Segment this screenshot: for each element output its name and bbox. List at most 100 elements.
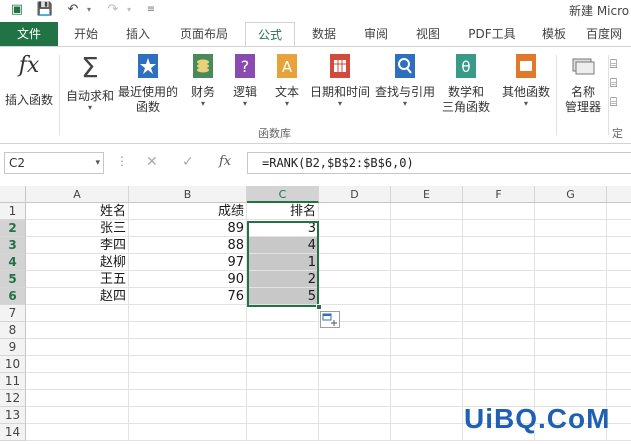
- cell-d4[interactable]: [319, 254, 391, 271]
- tab-pdf-tools[interactable]: PDF工具: [460, 22, 524, 46]
- text-button[interactable]: A 文本 ▾: [270, 53, 304, 109]
- cell-e7[interactable]: [391, 305, 463, 322]
- row-header-13[interactable]: 13: [0, 407, 26, 424]
- cell-d2[interactable]: [319, 220, 391, 237]
- cell-c2[interactable]: 3: [247, 220, 319, 237]
- cell-d9[interactable]: [319, 339, 391, 356]
- cell-h12[interactable]: [607, 390, 631, 407]
- cell-h2[interactable]: [607, 220, 631, 237]
- recent-functions-button[interactable]: 最近使用的 函数: [116, 53, 180, 114]
- cell-f11[interactable]: [463, 373, 535, 390]
- cell-a1[interactable]: 姓名: [26, 203, 129, 220]
- cell-f1[interactable]: [463, 203, 535, 220]
- cell-c1[interactable]: 排名: [247, 203, 319, 220]
- insert-function-button[interactable]: fx 插入函数: [2, 53, 56, 107]
- cell-c13[interactable]: [247, 407, 319, 424]
- tab-insert[interactable]: 插入: [116, 22, 160, 46]
- cell-a5[interactable]: 王五: [26, 271, 129, 288]
- cell-f7[interactable]: [463, 305, 535, 322]
- cell-g1[interactable]: [535, 203, 607, 220]
- save-icon[interactable]: 💾: [36, 1, 54, 19]
- cell-d14[interactable]: [319, 424, 391, 441]
- row-header-10[interactable]: 10: [0, 356, 26, 373]
- cell-a8[interactable]: [26, 322, 129, 339]
- cell-g4[interactable]: [535, 254, 607, 271]
- tab-home[interactable]: 开始: [64, 22, 108, 46]
- cell-h4[interactable]: [607, 254, 631, 271]
- undo-dropdown-icon[interactable]: ▾: [80, 1, 98, 19]
- cell-b9[interactable]: [129, 339, 247, 356]
- cell-b3[interactable]: 88: [129, 237, 247, 254]
- cell-e6[interactable]: [391, 288, 463, 305]
- row-header-8[interactable]: 8: [0, 322, 26, 339]
- use-in-formula-icon[interactable]: ⌸: [610, 74, 617, 93]
- cell-a6[interactable]: 赵四: [26, 288, 129, 305]
- cell-c8[interactable]: [247, 322, 319, 339]
- row-header-9[interactable]: 9: [0, 339, 26, 356]
- cell-c10[interactable]: [247, 356, 319, 373]
- cell-a11[interactable]: [26, 373, 129, 390]
- cell-e1[interactable]: [391, 203, 463, 220]
- cell-a7[interactable]: [26, 305, 129, 322]
- cell-f3[interactable]: [463, 237, 535, 254]
- column-header-h[interactable]: [607, 186, 631, 203]
- cell-b12[interactable]: [129, 390, 247, 407]
- cell-g8[interactable]: [535, 322, 607, 339]
- financial-button[interactable]: 财务 ▾: [186, 53, 220, 109]
- tab-review[interactable]: 审阅: [354, 22, 398, 46]
- math-trig-button[interactable]: θ 数学和 三角函数: [438, 53, 494, 114]
- cell-g3[interactable]: [535, 237, 607, 254]
- cell-c6[interactable]: 5: [247, 288, 319, 305]
- cell-d11[interactable]: [319, 373, 391, 390]
- cell-d13[interactable]: [319, 407, 391, 424]
- column-header-c[interactable]: C: [247, 186, 319, 203]
- tab-file[interactable]: 文件: [0, 22, 58, 46]
- chevron-down-icon[interactable]: ▾: [95, 153, 100, 173]
- cell-f2[interactable]: [463, 220, 535, 237]
- autofill-options-button[interactable]: [320, 311, 340, 328]
- cell-h13[interactable]: [607, 407, 631, 424]
- tab-view[interactable]: 视图: [406, 22, 450, 46]
- column-header-d[interactable]: D: [319, 186, 391, 203]
- cell-c7[interactable]: [247, 305, 319, 322]
- cell-a4[interactable]: 赵柳: [26, 254, 129, 271]
- more-functions-button[interactable]: 其他函数 ▾: [498, 53, 554, 109]
- column-header-f[interactable]: F: [463, 186, 535, 203]
- cell-g10[interactable]: [535, 356, 607, 373]
- cell-h5[interactable]: [607, 271, 631, 288]
- cell-e12[interactable]: [391, 390, 463, 407]
- cell-b13[interactable]: [129, 407, 247, 424]
- cell-e13[interactable]: [391, 407, 463, 424]
- row-header-7[interactable]: 7: [0, 305, 26, 322]
- cell-h7[interactable]: [607, 305, 631, 322]
- cell-d10[interactable]: [319, 356, 391, 373]
- column-header-g[interactable]: G: [535, 186, 607, 203]
- cell-e8[interactable]: [391, 322, 463, 339]
- cell-g7[interactable]: [535, 305, 607, 322]
- datetime-button[interactable]: 日期和时间 ▾: [306, 53, 374, 109]
- cell-g11[interactable]: [535, 373, 607, 390]
- row-header-4[interactable]: 4: [0, 254, 26, 271]
- cell-g5[interactable]: [535, 271, 607, 288]
- logical-button[interactable]: ? 逻辑 ▾: [228, 53, 262, 109]
- cell-h6[interactable]: [607, 288, 631, 305]
- cell-e5[interactable]: [391, 271, 463, 288]
- cell-h8[interactable]: [607, 322, 631, 339]
- cell-b4[interactable]: 97: [129, 254, 247, 271]
- redo-dropdown-icon[interactable]: ▾: [120, 1, 138, 19]
- cell-a10[interactable]: [26, 356, 129, 373]
- cell-b8[interactable]: [129, 322, 247, 339]
- cell-h1[interactable]: [607, 203, 631, 220]
- column-header-e[interactable]: E: [391, 186, 463, 203]
- cell-d12[interactable]: [319, 390, 391, 407]
- cell-c14[interactable]: [247, 424, 319, 441]
- row-header-3[interactable]: 3: [0, 237, 26, 254]
- select-all-corner[interactable]: [0, 186, 26, 203]
- cell-a3[interactable]: 李四: [26, 237, 129, 254]
- cell-e11[interactable]: [391, 373, 463, 390]
- cell-b10[interactable]: [129, 356, 247, 373]
- cell-f10[interactable]: [463, 356, 535, 373]
- cell-g9[interactable]: [535, 339, 607, 356]
- cell-b6[interactable]: 76: [129, 288, 247, 305]
- cell-e10[interactable]: [391, 356, 463, 373]
